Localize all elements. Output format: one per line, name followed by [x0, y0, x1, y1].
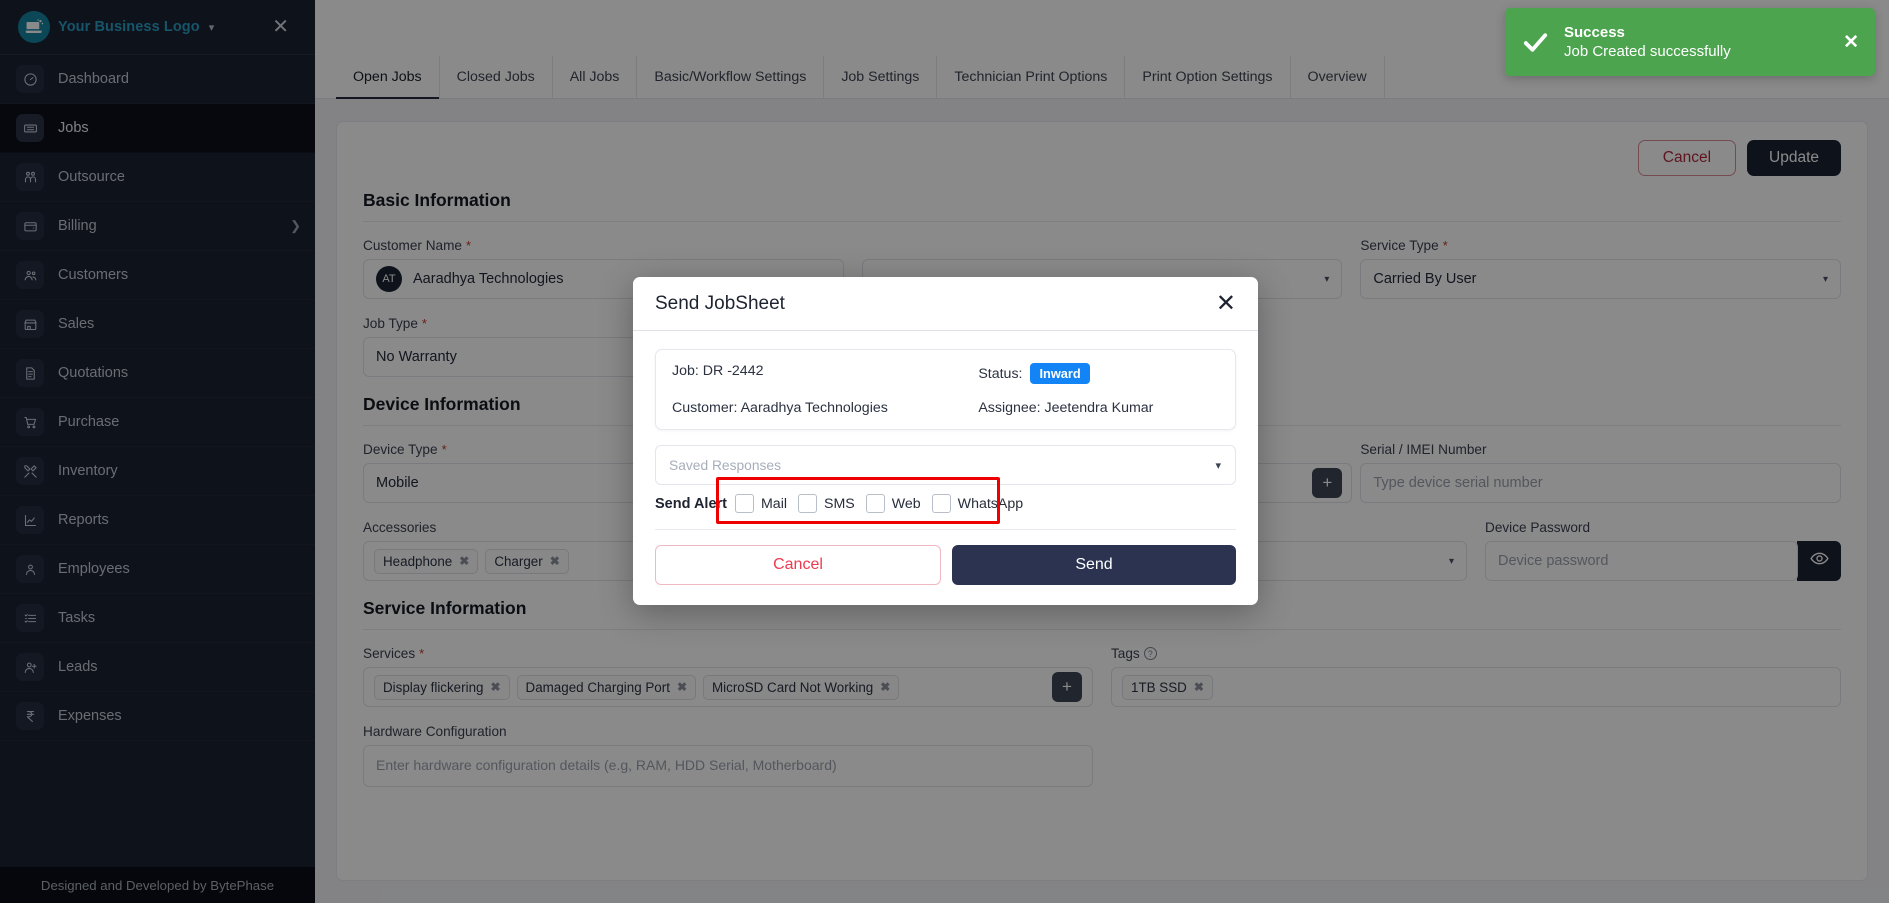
alert-checkbox-web[interactable]: Web — [865, 494, 921, 513]
alert-checkbox-mail[interactable]: Mail — [734, 494, 787, 513]
job-customer: Customer: Aaradhya Technologies — [672, 400, 888, 416]
saved-responses-placeholder: Saved Responses — [669, 457, 781, 473]
alert-checkbox-label: Mail — [760, 495, 787, 512]
alert-checkbox-group: Mail SMS Web WhatsApp — [734, 494, 1034, 513]
modal-cancel-button[interactable]: Cancel — [655, 545, 941, 585]
saved-responses-select[interactable]: Saved Responses ▾ — [655, 445, 1236, 485]
modal-header: Send JobSheet ✕ — [633, 277, 1258, 331]
send-alert-row: Send Alert Mail SMS Web WhatsApp — [655, 477, 1236, 524]
toast-text: Success Job Created successfully — [1564, 24, 1731, 60]
job-status: Status: Inward — [978, 363, 1219, 384]
alert-checkbox-label: Web — [891, 495, 921, 512]
send-jobsheet-modal: Send JobSheet ✕ Job: DR -2442 Status: In… — [633, 277, 1258, 605]
check-icon — [1521, 28, 1550, 57]
close-icon[interactable]: ✕ — [1843, 33, 1859, 52]
alert-checkbox-whatsapp[interactable]: WhatsApp — [931, 494, 1024, 513]
success-toast: Success Job Created successfully ✕ — [1505, 8, 1875, 76]
checkbox[interactable] — [865, 494, 885, 513]
alert-checkbox-label: WhatsApp — [957, 495, 1024, 512]
modal-send-button[interactable]: Send — [952, 545, 1236, 585]
job-info-row-1: Job: DR -2442 Status: Inward — [672, 363, 1219, 384]
divider — [655, 529, 1236, 530]
checkbox[interactable] — [931, 494, 951, 513]
close-icon[interactable]: ✕ — [1216, 291, 1236, 316]
job-info-box: Job: DR -2442 Status: Inward Customer: A… — [655, 349, 1236, 430]
checkbox[interactable] — [734, 494, 754, 513]
send-alert-label: Send Alert — [655, 495, 727, 512]
job-info-row-2: Customer: Aaradhya Technologies Assignee… — [672, 400, 1219, 416]
alert-checkbox-sms[interactable]: SMS — [798, 494, 855, 513]
checkbox[interactable] — [798, 494, 817, 513]
modal-actions: Cancel Send — [655, 545, 1236, 585]
modal-body: Job: DR -2442 Status: Inward Customer: A… — [633, 331, 1258, 605]
status-label: Status: — [978, 365, 1023, 382]
job-assignee: Assignee: Jeetendra Kumar — [978, 400, 1154, 416]
status-badge: Inward — [1030, 363, 1090, 384]
modal-title: Send JobSheet — [655, 292, 785, 314]
job-number: Job: DR -2442 — [672, 363, 764, 379]
alert-checkbox-label: SMS — [824, 495, 855, 512]
toast-message: Job Created successfully — [1564, 43, 1731, 60]
chevron-down-icon: ▾ — [1215, 459, 1221, 472]
app-root: Your Business Logo ▾ ✕ Dashboard Jobs Outs… — [0, 0, 1889, 903]
toast-title: Success — [1564, 24, 1625, 41]
